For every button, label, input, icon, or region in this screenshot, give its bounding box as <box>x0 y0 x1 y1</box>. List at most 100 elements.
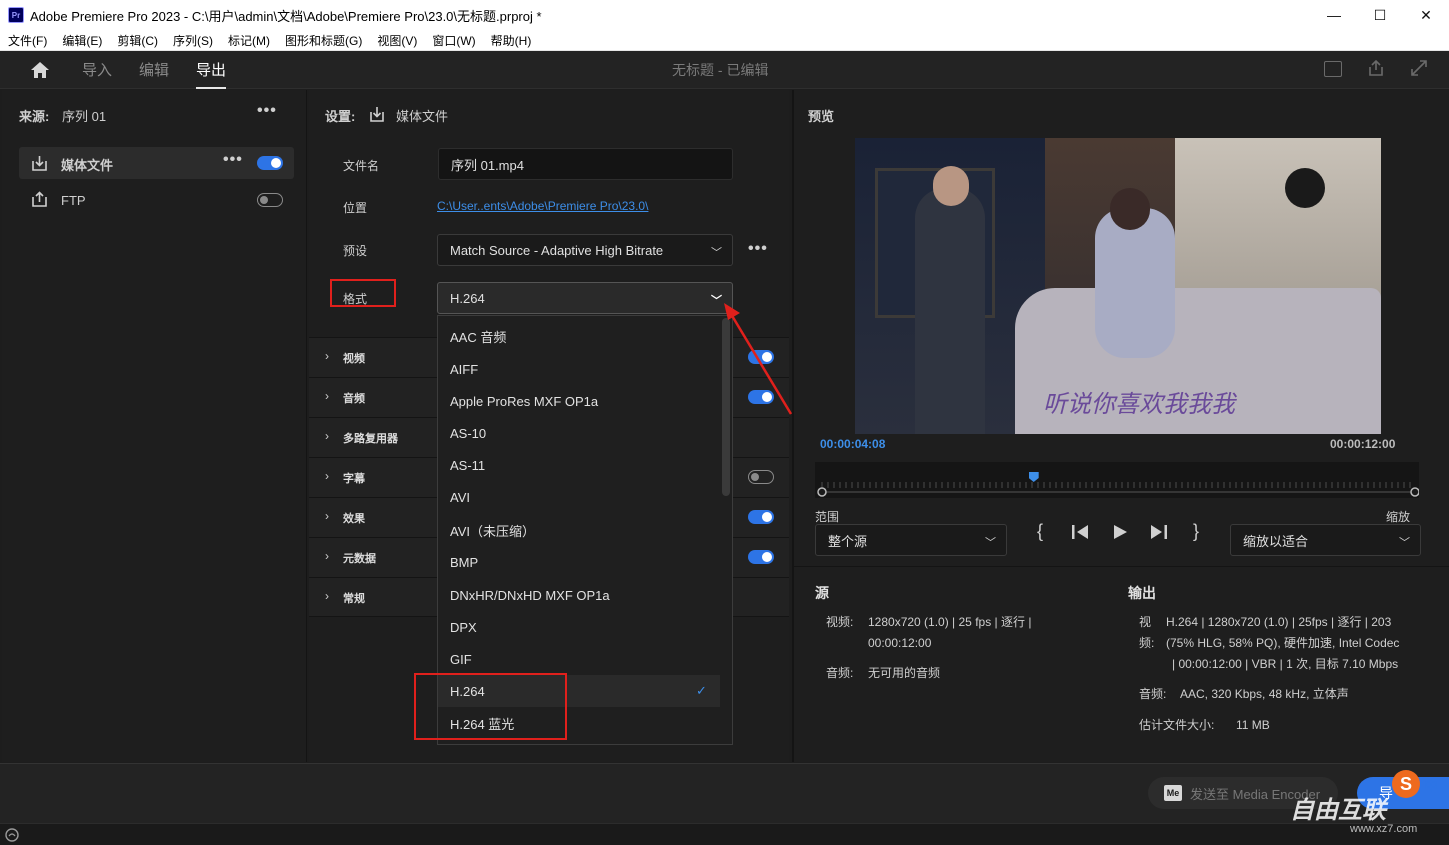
zoom-label: 缩放 <box>1386 510 1411 524</box>
project-title: 无标题 - 已编辑 <box>672 62 769 78</box>
format-option[interactable]: AIFF <box>438 353 720 385</box>
section-video-label: 视频 <box>343 353 365 365</box>
menu-help[interactable]: 帮助(H) <box>491 32 532 49</box>
current-timecode[interactable]: 00:00:04:08 <box>820 437 885 451</box>
subtitle-text: 听说你喜欢我我我 <box>1043 391 1235 418</box>
upload-icon <box>32 191 47 207</box>
format-option[interactable]: BMP <box>438 546 720 578</box>
chevron-down-icon: ﹀ <box>985 537 996 549</box>
preset-more-button[interactable]: ••• <box>748 240 768 258</box>
source-more-button[interactable]: ••• <box>257 102 277 120</box>
destination-more-button[interactable]: ••• <box>223 151 243 169</box>
tab-import[interactable]: 导入 <box>82 59 112 80</box>
menu-markers[interactable]: 标记(M) <box>228 32 270 49</box>
preset-select[interactable]: Match Source - Adaptive High Bitrate ﹀ <box>437 234 733 266</box>
chevron-down-icon: ﹀ <box>711 247 722 259</box>
format-option[interactable]: Apple ProRes MXF OP1a <box>438 385 720 417</box>
home-icon[interactable] <box>30 61 50 79</box>
section-audio-label: 音频 <box>343 393 365 405</box>
captions-toggle[interactable] <box>748 470 774 484</box>
filename-label: 文件名 <box>343 159 380 173</box>
timeline-ruler <box>817 482 1420 497</box>
ime-logo-icon[interactable]: S <box>1392 770 1420 798</box>
mark-in-icon[interactable]: { <box>1037 521 1043 542</box>
metadata-toggle[interactable] <box>748 550 774 564</box>
zoom-select[interactable]: 缩放以适合 ﹀ <box>1230 524 1421 556</box>
menu-edit[interactable]: 编辑(E) <box>62 32 102 49</box>
section-multiplexer-label: 多路复用器 <box>343 433 398 445</box>
source-audio-value: 无可用的音频 <box>868 666 941 680</box>
source-video-line2: 00:00:12:00 <box>868 636 932 650</box>
format-option[interactable]: AS-10 <box>438 417 720 449</box>
source-info-heading: 源 <box>815 585 829 601</box>
output-info-heading: 输出 <box>1128 585 1156 601</box>
source-label: 来源: <box>19 109 50 124</box>
ftp-toggle[interactable] <box>257 193 283 207</box>
format-option[interactable]: AS-11 <box>438 449 720 481</box>
section-general-label: 常规 <box>343 593 365 605</box>
settings-target: 媒体文件 <box>396 109 449 124</box>
output-video-line3: | 00:00:12:00 | VBR | 1 次, 目标 7.10 Mbps <box>1172 657 1399 671</box>
destination-ftp[interactable]: FTP <box>19 185 294 213</box>
format-option[interactable]: AVI（未压缩） <box>438 514 720 546</box>
format-option[interactable]: DPX <box>438 611 720 643</box>
chevron-right-icon: › <box>325 429 329 443</box>
settings-label: 设置: <box>325 109 356 124</box>
format-option[interactable]: GIF <box>438 643 720 675</box>
cloud-sync-icon[interactable] <box>5 828 19 842</box>
menu-window[interactable]: 窗口(W) <box>432 32 475 49</box>
media-encoder-icon: Me <box>1164 785 1182 801</box>
filename-input[interactable]: 序列 01.mp4 <box>438 148 733 180</box>
destination-media-file[interactable]: 媒体文件 ••• <box>19 147 294 179</box>
chevron-down-icon: ﹀ <box>1399 537 1410 549</box>
play-icon[interactable] <box>1112 524 1128 540</box>
watermark-url: www.xz7.com <box>1350 823 1418 835</box>
ime-mode-indicator[interactable]: 中 <box>1424 776 1438 796</box>
tab-export[interactable]: 导出 <box>196 59 227 89</box>
chevron-right-icon: › <box>325 469 329 483</box>
output-audio-label: 音频: <box>1139 687 1167 701</box>
format-option[interactable]: AVI <box>438 481 720 513</box>
chevron-right-icon: › <box>325 349 329 363</box>
preview-timeline[interactable] <box>815 462 1420 498</box>
title-bar: Pr Adobe Premiere Pro 2023 - C:\用户\admin… <box>0 0 1449 30</box>
chevron-right-icon: › <box>325 509 329 523</box>
range-value: 整个源 <box>828 533 868 549</box>
menu-clip[interactable]: 剪辑(C) <box>117 32 158 49</box>
menu-sequence[interactable]: 序列(S) <box>173 32 213 49</box>
mark-out-icon[interactable]: } <box>1193 521 1199 542</box>
menu-view[interactable]: 视图(V) <box>377 32 417 49</box>
duration-timecode: 00:00:12:00 <box>1330 437 1396 451</box>
section-metadata-label: 元数据 <box>343 553 376 565</box>
share-icon[interactable] <box>1367 59 1385 77</box>
workspace-header: 导入 编辑 导出 无标题 - 已编辑 <box>0 51 1449 89</box>
destination-media-label: 媒体文件 <box>61 158 114 173</box>
format-select[interactable]: H.264 ﹀ <box>437 282 733 314</box>
location-link[interactable]: C:\User..ents\Adobe\Premiere Pro\23.0\ <box>437 199 648 213</box>
range-label: 范围 <box>815 510 840 524</box>
chevron-right-icon: › <box>325 549 329 563</box>
download-icon <box>370 107 384 122</box>
quick-export-icon[interactable] <box>1324 61 1342 77</box>
media-file-toggle[interactable] <box>257 156 283 170</box>
menu-graphics[interactable]: 图形和标题(G) <box>285 32 362 49</box>
minimize-button[interactable]: — <box>1311 0 1357 30</box>
menu-file[interactable]: 文件(F) <box>8 32 47 49</box>
format-value: H.264 <box>450 290 485 306</box>
status-bar <box>0 823 1449 845</box>
output-video-label2: 频: <box>1139 636 1155 650</box>
tab-edit[interactable]: 编辑 <box>139 59 169 80</box>
chevron-right-icon: › <box>325 589 329 603</box>
step-back-icon[interactable] <box>1071 524 1089 540</box>
close-button[interactable]: ✕ <box>1403 0 1449 30</box>
format-option[interactable]: DNxHR/DNxHD MXF OP1a <box>438 579 720 611</box>
maximize-button[interactable]: ☐ <box>1357 0 1403 30</box>
format-option[interactable]: AAC 音频 <box>438 320 720 352</box>
output-video-line2: (75% HLG, 58% PQ), 硬件加速, Intel Codec <box>1166 636 1400 650</box>
premiere-app-icon: Pr <box>8 7 24 23</box>
effects-toggle[interactable] <box>748 510 774 524</box>
output-video-label1: 视 <box>1139 615 1152 629</box>
range-select[interactable]: 整个源 ﹀ <box>815 524 1007 556</box>
step-forward-icon[interactable] <box>1150 524 1168 540</box>
fullscreen-icon[interactable] <box>1410 59 1428 77</box>
